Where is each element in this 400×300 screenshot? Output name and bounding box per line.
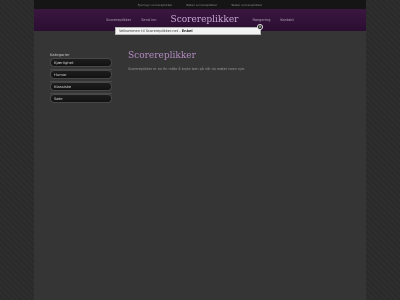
sidebar-item-sweet[interactable]: Søte	[50, 94, 112, 103]
sidebar-item-love[interactable]: Kjærlighet	[50, 58, 112, 67]
sidebar-item-classic[interactable]: Klassiske	[50, 82, 112, 91]
intro-text: Scorereplikker er en fin måte å bryte is…	[128, 67, 246, 71]
nav-link-submit[interactable]: Send inn	[141, 18, 156, 22]
nav-link-ranking[interactable]: Rangering	[252, 18, 270, 22]
nav-link-home[interactable]: Scorereplikker	[106, 18, 131, 22]
cookie-notice: Velkommen til Scorereplikker.net - Enkel	[115, 27, 261, 35]
page-container	[34, 0, 366, 300]
cookie-notice-message: Velkommen til Scorereplikker.net -	[119, 29, 182, 33]
top-link-books[interactable]: Bøker scorereplikker	[186, 3, 217, 7]
top-link-theater[interactable]: Teater scorereplikker	[231, 3, 262, 7]
sidebar-title: Kategorier	[50, 52, 70, 57]
sidebar-item-humor[interactable]: Humor	[50, 70, 112, 79]
close-icon[interactable]: ×	[257, 24, 263, 30]
top-link-bar: Fjernsyn scorereplikker Bøker scorerepli…	[34, 0, 366, 9]
nav-link-contact[interactable]: Kontakt	[280, 18, 293, 22]
cookie-accept-link[interactable]: Enkel	[182, 29, 193, 33]
page-title: Scorereplikker	[128, 51, 196, 61]
top-link-tv[interactable]: Fjernsyn scorereplikker	[138, 3, 173, 7]
site-logo[interactable]: Scorereplikker	[171, 15, 239, 25]
